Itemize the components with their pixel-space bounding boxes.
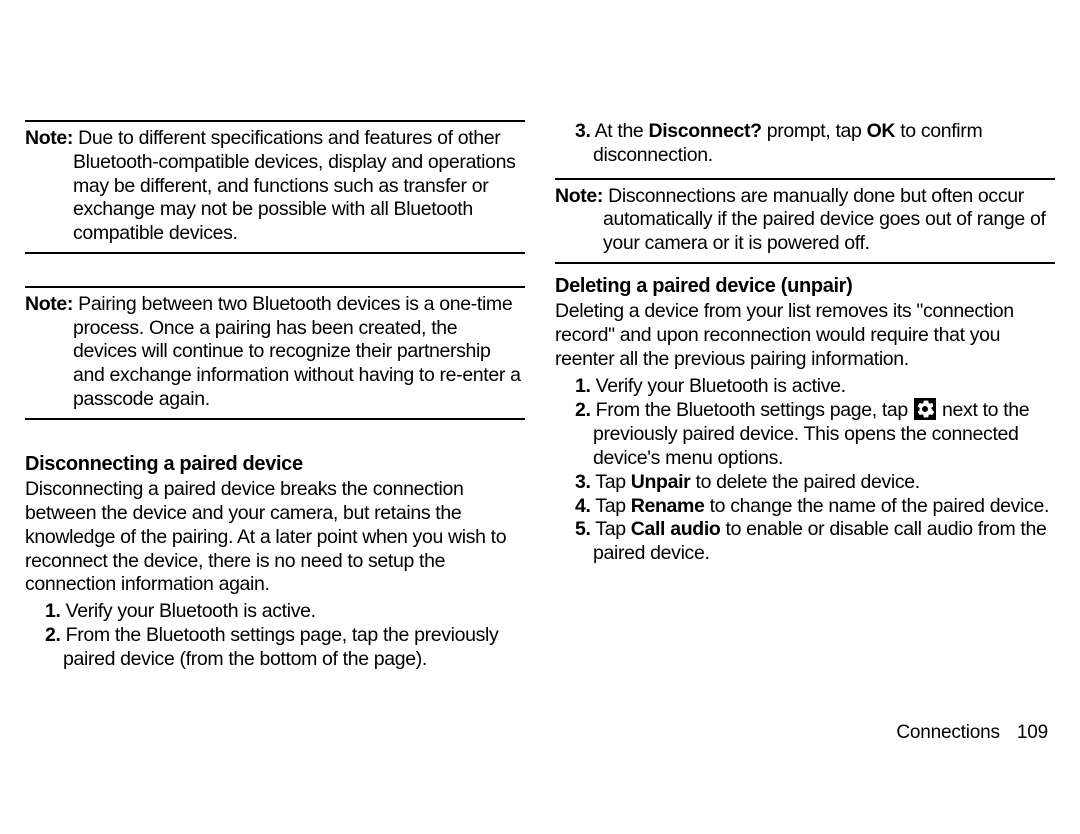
disconnect-step-1: 1. Verify your Bluetooth is active. — [25, 600, 525, 624]
delete-step-3: 3. Tap Unpair to delete the paired devic… — [555, 471, 1055, 495]
note-1-text: Note: Due to different specifications an… — [25, 127, 525, 246]
step-text-part: Tap — [595, 471, 630, 493]
step-text: Verify your Bluetooth is active. — [596, 375, 846, 397]
note-block-1: Note: Due to different specifications an… — [25, 120, 525, 254]
note-label: Note: — [25, 293, 73, 315]
step-text-part: prompt, tap — [762, 120, 867, 142]
disconnect-step-3: 3. At the Disconnect? prompt, tap OK to … — [555, 120, 1055, 168]
note-label: Note: — [25, 127, 73, 149]
step-text: Verify your Bluetooth is active. — [66, 600, 316, 622]
step-text: From the Bluetooth settings page, tap th… — [63, 624, 498, 670]
unpair-bold: Unpair — [631, 471, 691, 493]
delete-step-5: 5. Tap Call audio to enable or disable c… — [555, 518, 1055, 566]
page-footer: Connections 109 — [896, 722, 1048, 744]
note-body: Due to different specifications and feat… — [73, 127, 516, 244]
note-label: Note: — [555, 185, 603, 207]
step-text-part: to delete the paired device. — [690, 471, 919, 493]
disconnecting-intro: Disconnecting a paired device breaks the… — [25, 478, 525, 597]
rename-bold: Rename — [631, 495, 705, 517]
step-text-part: Tap — [595, 495, 630, 517]
step-text-part: At the — [595, 120, 649, 142]
delete-step-1: 1. Verify your Bluetooth is active. — [555, 375, 1055, 399]
delete-step-4: 4. Tap Rename to change the name of the … — [555, 495, 1055, 519]
call-audio-bold: Call audio — [631, 518, 721, 540]
note-body: Disconnections are manually done but oft… — [603, 185, 1046, 255]
step-number: 1. — [45, 600, 61, 622]
section-name: Connections — [896, 722, 999, 743]
deleting-intro: Deleting a device from your list removes… — [555, 300, 1055, 371]
gear-icon — [914, 398, 936, 420]
left-column: Note: Due to different specifications an… — [25, 120, 525, 671]
step-number: 3. — [575, 120, 591, 142]
step-number: 1. — [575, 375, 591, 397]
heading-disconnecting: Disconnecting a paired device — [25, 452, 525, 476]
step-number: 4. — [575, 495, 591, 517]
disconnect-step-2: 2. From the Bluetooth settings page, tap… — [25, 624, 525, 672]
step-number: 5. — [575, 518, 591, 540]
page-number: 109 — [1017, 722, 1048, 743]
note-block-3: Note: Disconnections are manually done b… — [555, 178, 1055, 264]
step-number: 2. — [575, 399, 591, 421]
ok-bold: OK — [867, 120, 896, 142]
disconnect-prompt-bold: Disconnect? — [649, 120, 762, 142]
heading-deleting: Deleting a paired device (unpair) — [555, 274, 1055, 298]
right-column: 3. At the Disconnect? prompt, tap OK to … — [555, 120, 1055, 671]
note-2-text: Note: Pairing between two Bluetooth devi… — [25, 293, 525, 412]
note-3-text: Note: Disconnections are manually done b… — [555, 185, 1055, 256]
step-text-part: From the Bluetooth settings page, tap — [596, 399, 913, 421]
note-body: Pairing between two Bluetooth devices is… — [73, 293, 521, 410]
step-number: 3. — [575, 471, 591, 493]
step-text-part: to change the name of the paired device. — [705, 495, 1049, 517]
note-block-2: Note: Pairing between two Bluetooth devi… — [25, 286, 525, 420]
step-text-part: Tap — [595, 518, 630, 540]
delete-step-2: 2. From the Bluetooth settings page, tap… — [555, 398, 1055, 470]
manual-page: Note: Due to different specifications an… — [0, 0, 1080, 834]
two-column-layout: Note: Due to different specifications an… — [25, 120, 1055, 671]
step-number: 2. — [45, 624, 61, 646]
